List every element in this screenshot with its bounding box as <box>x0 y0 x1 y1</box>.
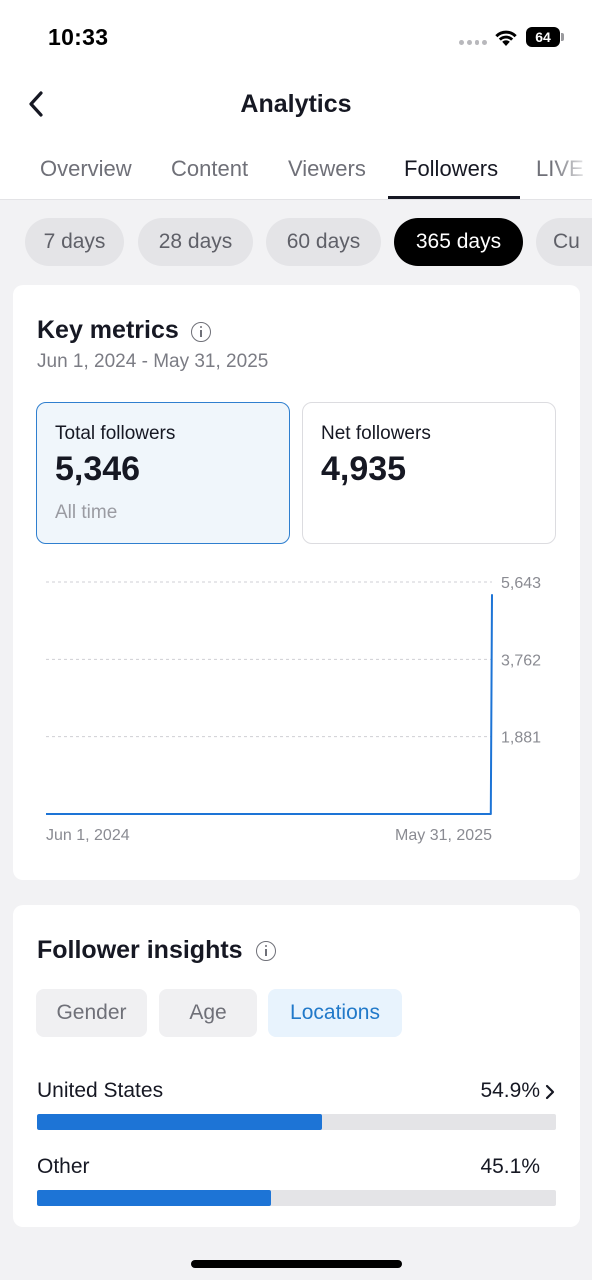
follower-insights-card: Follower insights Gender Age Locations U… <box>13 905 580 1227</box>
battery-level: 64 <box>535 29 551 45</box>
y-tick-label: 1,881 <box>501 730 541 747</box>
active-tab-indicator <box>388 196 520 199</box>
chevron-right-icon <box>545 1084 555 1100</box>
y-tick-label: 3,762 <box>501 652 541 669</box>
info-icon[interactable] <box>191 322 211 342</box>
tab-followers[interactable]: Followers <box>404 156 498 182</box>
location-name: Other <box>37 1155 90 1178</box>
insight-tab-age[interactable]: Age <box>159 989 257 1037</box>
key-metrics-title: Key metrics <box>37 316 179 344</box>
battery-icon: 64 <box>526 27 564 47</box>
total-followers-label: Total followers <box>55 423 176 444</box>
date-range-chips: 7 days 28 days 60 days 365 days Cu <box>0 200 592 284</box>
location-bar-track <box>37 1190 556 1206</box>
location-percent: 54.9% <box>480 1079 540 1102</box>
status-bar: 10:33 64 <box>0 0 592 72</box>
wifi-icon <box>495 30 517 46</box>
range-chip-custom[interactable]: Cu <box>536 218 592 266</box>
location-bar-track <box>37 1114 556 1130</box>
date-range-label: Jun 1, 2024 - May 31, 2025 <box>37 351 269 372</box>
tab-content[interactable]: Content <box>171 156 248 182</box>
x-tick-label: Jun 1, 2024 <box>46 827 130 844</box>
x-tick-label: May 31, 2025 <box>395 827 492 844</box>
range-chip-28-days[interactable]: 28 days <box>138 218 253 266</box>
insight-tab-locations[interactable]: Locations <box>268 989 402 1037</box>
range-chip-365-days[interactable]: 365 days <box>394 218 523 266</box>
net-followers-card[interactable]: Net followers 4,935 <box>302 402 556 544</box>
followers-line-chart: 5,643 3,762 1,881 Jun 1, 2024 May 31, 2025 <box>46 575 541 844</box>
total-followers-value: 5,346 <box>55 450 141 488</box>
tab-fade <box>552 136 592 199</box>
key-metrics-card: Key metrics Jun 1, 2024 - May 31, 2025 T… <box>13 285 580 880</box>
range-chip-7-days[interactable]: 7 days <box>25 218 124 266</box>
cellular-signal-icon <box>459 40 487 46</box>
insight-tab-gender[interactable]: Gender <box>36 989 147 1037</box>
tab-overview[interactable]: Overview <box>40 156 132 182</box>
y-tick-label: 5,643 <box>501 575 541 592</box>
follower-insights-title: Follower insights <box>37 936 243 964</box>
tab-bar: Overview Content Viewers Followers LIVE <box>0 136 592 200</box>
home-indicator <box>191 1260 402 1268</box>
total-followers-card[interactable]: Total followers 5,346 All time <box>36 402 290 544</box>
location-bar-fill <box>37 1190 272 1206</box>
net-followers-label: Net followers <box>321 423 431 444</box>
nav-header: Analytics <box>0 72 592 136</box>
location-percent: 45.1% <box>480 1155 540 1178</box>
info-icon[interactable] <box>256 941 276 961</box>
range-chip-60-days[interactable]: 60 days <box>266 218 381 266</box>
tab-viewers[interactable]: Viewers <box>288 156 366 182</box>
location-name: United States <box>37 1079 164 1102</box>
net-followers-value: 4,935 <box>321 450 407 488</box>
followers-series-line <box>46 594 493 815</box>
page-title: Analytics <box>240 90 352 118</box>
status-time: 10:33 <box>48 24 109 50</box>
location-bar-fill <box>37 1114 322 1130</box>
total-followers-sub: All time <box>55 502 118 523</box>
